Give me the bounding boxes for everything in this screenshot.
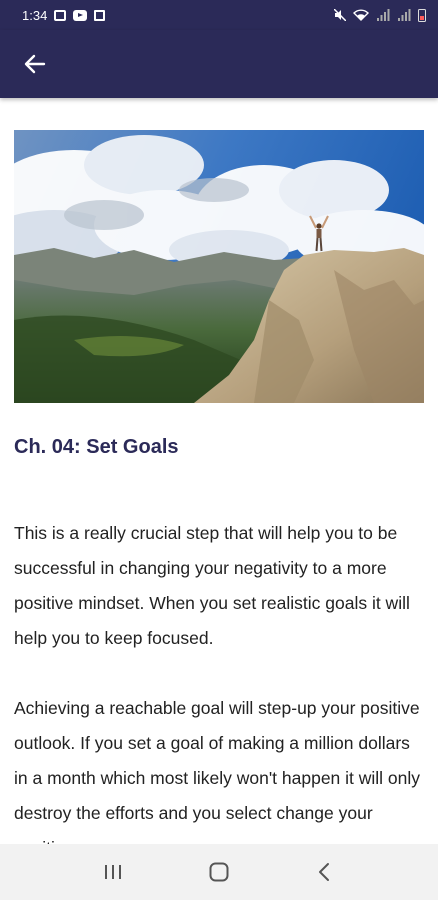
paragraph: Achieving a reachable goal will step-up … xyxy=(14,698,421,858)
recent-apps-button[interactable] xyxy=(93,852,133,892)
paragraph: This is a really crucial step that will … xyxy=(14,523,410,648)
hero-image xyxy=(14,130,424,403)
back-icon xyxy=(319,863,329,881)
status-time: 1:34 xyxy=(22,7,48,23)
square-app-icon xyxy=(94,9,106,21)
back-button[interactable] xyxy=(22,51,48,77)
mountain-summit-photo xyxy=(14,130,424,403)
home-button[interactable] xyxy=(199,852,239,892)
recent-apps-icon xyxy=(105,865,121,879)
battery-low-icon xyxy=(418,8,426,22)
app-bar xyxy=(0,30,438,98)
wifi-icon xyxy=(353,9,369,21)
status-bar: 1:34 xyxy=(0,0,438,30)
chapter-title: Ch. 04: Set Goals xyxy=(14,436,179,458)
signal-icon xyxy=(377,9,390,21)
system-nav-bar xyxy=(0,844,438,900)
chapter-body: This is a really crucial step that will … xyxy=(14,516,426,900)
youtube-icon xyxy=(73,9,88,21)
nav-back-button[interactable] xyxy=(305,852,345,892)
status-left: 1:34 xyxy=(22,7,106,23)
mute-icon xyxy=(334,9,346,21)
photo-icon xyxy=(54,9,67,21)
signal-icon xyxy=(398,9,411,21)
home-icon xyxy=(209,862,229,882)
status-right xyxy=(334,8,426,22)
arrow-left-icon xyxy=(24,54,46,74)
